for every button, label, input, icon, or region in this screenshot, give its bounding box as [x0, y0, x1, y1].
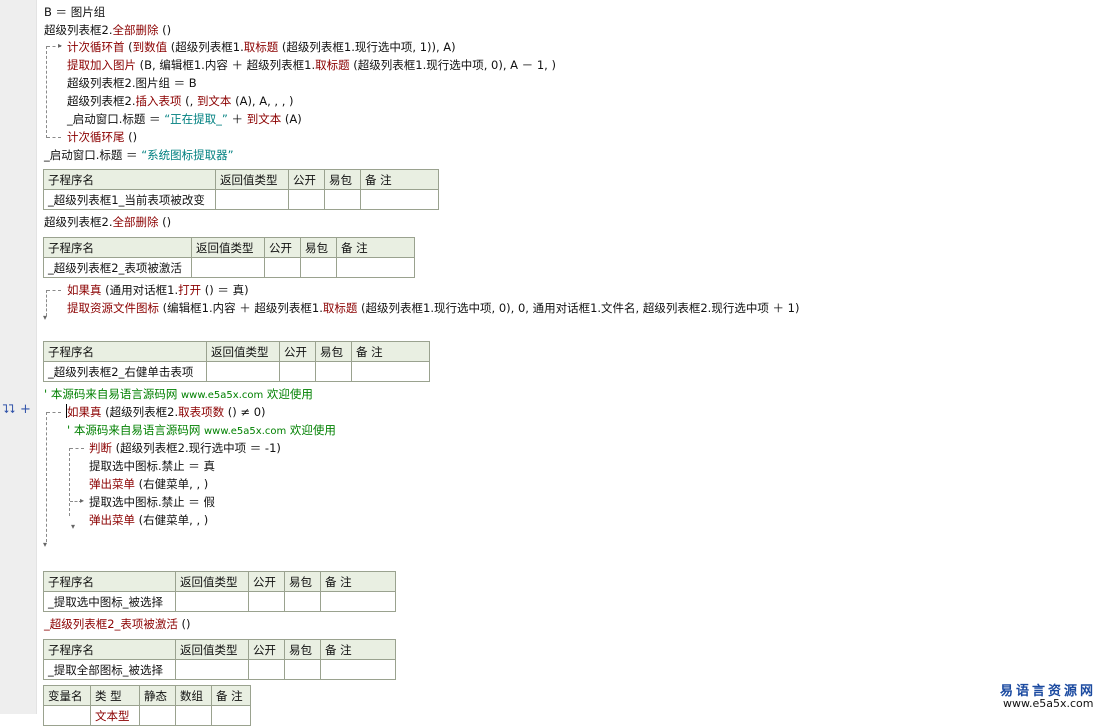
subroutine-name[interactable]: _超级列表框2_表项被激活 — [43, 257, 192, 278]
comment-line-1[interactable]: ' 本源码来自易语言源码网 www.e5a5x.com 欢迎使用 — [44, 387, 313, 401]
code-line-14[interactable]: 判断 (超级列表框2.现行选中项 ＝ -1) — [89, 441, 281, 455]
subroutine-table-5: 子程序名 返回值类型 公开 易包备 注 _提取全部图标_被选择 — [43, 639, 396, 680]
outer-if-end-arrow-icon: ▾ — [43, 540, 48, 549]
code-line-3[interactable]: 计次循环首 (到数值 (超级列表框1.取标题 (超级列表框1.现行选中项, 1)… — [67, 40, 456, 54]
code-line-8[interactable]: 计次循环尾 () — [67, 130, 137, 144]
code-line-2[interactable]: 超级列表框2.全部删除 () — [44, 23, 171, 37]
outer-if-guide-line — [46, 412, 47, 542]
subroutine-table-3: 子程序名 返回值类型 公开 易包备 注 _超级列表框2_右健单击表项 — [43, 341, 430, 382]
subroutine-table-2: 子程序名 返回值类型 公开 易包备 注 _超级列表框2_表项被激活 — [43, 237, 415, 278]
col-var-array: 数组 — [175, 685, 212, 706]
if-end-arrow-icon: ▾ — [43, 313, 48, 322]
var-type-cell[interactable]: 文本型 — [90, 705, 140, 726]
judge-guide-line — [69, 448, 70, 516]
outer-if-guide-start — [47, 412, 61, 413]
loop-guide-line — [46, 46, 47, 138]
col-package: 易包 — [300, 237, 337, 258]
subroutine-table-1: 子程序名 返回值类型 公开 易包备 注 _超级列表框1_当前表项被改变 — [43, 169, 439, 210]
col-return: 返回值类型 — [175, 571, 249, 592]
comment-line-2[interactable]: ' 本源码来自易语言源码网 www.e5a5x.com 欢迎使用 — [67, 423, 336, 437]
code-line-9[interactable]: _启动窗口.标题 ＝ “系统图标提取器” — [44, 148, 234, 162]
col-package: 易包 — [284, 639, 321, 660]
code-line-12[interactable]: 提取资源文件图标 (编辑框1.内容 ＋ 超级列表框1.取标题 (超级列表框1.现… — [67, 301, 799, 315]
col-public: 公开 — [264, 237, 301, 258]
col-note: 备 注 — [320, 571, 396, 592]
col-note: 备 注 — [336, 237, 415, 258]
breakpoint-arrow-icon[interactable]: ⮧⮧ — [2, 402, 15, 417]
col-note: 备 注 — [360, 169, 439, 190]
col-public: 公开 — [248, 571, 285, 592]
code-line-10[interactable]: 超级列表框2.全部删除 () — [44, 215, 171, 229]
col-return: 返回值类型 — [175, 639, 249, 660]
col-var-name: 变量名 — [43, 685, 91, 706]
col-return: 返回值类型 — [191, 237, 265, 258]
col-public: 公开 — [288, 169, 325, 190]
subroutine-table-4: 子程序名 返回值类型 公开 易包备 注 _提取选中图标_被选择 — [43, 571, 396, 612]
col-return: 返回值类型 — [215, 169, 289, 190]
code-line-4[interactable]: 提取加入图片 (B, 编辑框1.内容 ＋ 超级列表框1.取标题 (超级列表框1.… — [67, 58, 556, 72]
line-gutter — [0, 0, 37, 714]
col-var-note: 备 注 — [211, 685, 251, 706]
col-package: 易包 — [284, 571, 321, 592]
code-line-18[interactable]: 弹出菜单 (右健菜单, , ) — [89, 513, 208, 527]
else-arrow-icon: ▸ — [80, 496, 85, 505]
variable-table: 变量名类 型静态 数组备 注 文本型 — [43, 685, 251, 726]
loop-arrow-icon: ▸ — [58, 41, 63, 50]
col-package: 易包 — [324, 169, 361, 190]
col-name: 子程序名 — [43, 341, 207, 362]
col-public: 公开 — [279, 341, 316, 362]
col-name: 子程序名 — [43, 571, 176, 592]
code-line-19[interactable]: _超级列表框2_表项被激活 () — [44, 617, 190, 631]
code-line-13[interactable]: 如果真 (超级列表框2.取表项数 () ≠ 0) — [67, 405, 266, 419]
code-line-7[interactable]: _启动窗口.标题 ＝ “正在提取_” ＋ 到文本 (A) — [67, 112, 302, 126]
subroutine-name[interactable]: _超级列表框1_当前表项被改变 — [43, 189, 216, 210]
subroutine-name[interactable]: _提取选中图标_被选择 — [43, 591, 176, 612]
if-guide-start — [47, 290, 61, 291]
subroutine-name[interactable]: _超级列表框2_右健单击表项 — [43, 361, 207, 382]
code-line-6[interactable]: 超级列表框2.插入表项 (, 到文本 (A), A, , , ) — [67, 94, 294, 108]
col-name: 子程序名 — [43, 639, 176, 660]
subroutine-name[interactable]: _提取全部图标_被选择 — [43, 659, 176, 680]
watermark-url: www.e5a5x.com — [1003, 697, 1094, 710]
col-note: 备 注 — [351, 341, 430, 362]
col-var-static: 静态 — [139, 685, 176, 706]
col-name: 子程序名 — [43, 237, 192, 258]
code-line-5[interactable]: 超级列表框2.图片组 ＝ B — [67, 76, 197, 90]
judge-end-arrow-icon: ▾ — [71, 522, 76, 531]
code-line-1[interactable]: B ＝ 图片组 — [44, 5, 105, 19]
code-line-16[interactable]: 弹出菜单 (右健菜单, , ) — [89, 477, 208, 491]
code-line-11[interactable]: 如果真 (通用对话框1.打开 () ＝ 真) — [67, 283, 249, 297]
col-package: 易包 — [315, 341, 352, 362]
col-return: 返回值类型 — [206, 341, 280, 362]
loop-guide-end — [47, 137, 61, 138]
col-var-type: 类 型 — [90, 685, 140, 706]
expand-plus-icon[interactable]: + — [20, 402, 31, 417]
code-line-15[interactable]: 提取选中图标.禁止 ＝ 真 — [89, 459, 215, 473]
col-note: 备 注 — [320, 639, 396, 660]
col-public: 公开 — [248, 639, 285, 660]
col-name: 子程序名 — [43, 169, 216, 190]
code-line-17[interactable]: 提取选中图标.禁止 ＝ 假 — [89, 495, 215, 509]
judge-guide-start — [70, 448, 84, 449]
